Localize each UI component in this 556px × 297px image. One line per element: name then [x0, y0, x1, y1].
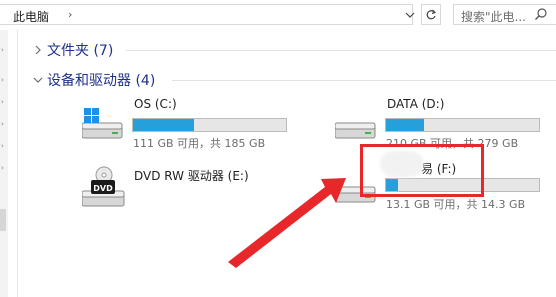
- breadcrumb-chevron-icon[interactable]: ›: [68, 8, 72, 21]
- drive-name: OS (C:): [134, 97, 177, 111]
- expand-arrow-icon[interactable]: ›: [1, 164, 4, 172]
- refresh-button[interactable]: [421, 4, 441, 25]
- file-explorer-window: 此电脑 › 搜索"此电... › › › › › › 文件夹 (7) 设备和驱动…: [0, 0, 556, 297]
- drive-free-space: 13.1 GB 可用，共 14.3 GB: [386, 198, 526, 211]
- drive-name: DVD RW 驱动器 (E:): [134, 169, 249, 183]
- drive-usage-bar: [132, 118, 287, 132]
- dvd-drive-icon: DVD: [82, 166, 125, 207]
- chevron-right-icon[interactable]: [31, 45, 45, 55]
- address-toolbar: 此电脑 › 搜索"此电...: [0, 0, 556, 30]
- address-path[interactable]: 此电脑: [13, 8, 49, 25]
- expand-arrow-icon[interactable]: ›: [1, 76, 4, 84]
- chevron-down-icon: [405, 12, 415, 18]
- address-history-dropdown[interactable]: [401, 4, 419, 25]
- expand-arrow-icon[interactable]: ›: [1, 46, 4, 54]
- search-placeholder: 搜索"此电...: [461, 10, 526, 24]
- group-divider: [172, 80, 556, 81]
- drive-name: DATA (D:): [387, 97, 445, 111]
- windows-drive-icon: [82, 108, 123, 139]
- navigation-pane[interactable]: › › › › › ›: [0, 30, 8, 297]
- chevron-down-icon[interactable]: [31, 76, 45, 84]
- search-icon[interactable]: [534, 7, 548, 21]
- drive-item-e[interactable]: DVD DVD RW 驱动器 (E:): [82, 166, 302, 226]
- expand-arrow-icon[interactable]: ›: [1, 98, 4, 106]
- group-header-devices[interactable]: 设备和驱动器 (4): [31, 70, 155, 90]
- drive-usage-fill: [133, 119, 195, 131]
- group-label-devices: 设备和驱动器 (4): [47, 73, 156, 89]
- expand-arrow-icon[interactable]: ›: [1, 142, 4, 150]
- address-bar[interactable]: 此电脑 ›: [0, 4, 413, 25]
- search-input[interactable]: 搜索"此电...: [453, 4, 556, 25]
- drive-free-space: 111 GB 可用，共 185 GB: [133, 137, 266, 150]
- drive-usage-bar: [385, 118, 540, 132]
- drive-item-c[interactable]: OS (C:) 111 GB 可用，共 185 GB: [82, 96, 302, 156]
- group-label-folders: 文件夹 (7): [47, 43, 114, 59]
- group-divider: [126, 50, 556, 51]
- refresh-icon: [426, 9, 437, 19]
- expand-arrow-icon[interactable]: ›: [1, 120, 4, 128]
- annotation-highlight-box: [360, 144, 484, 197]
- navigation-scrollbar[interactable]: [0, 209, 6, 231]
- drive-usage-fill: [386, 119, 425, 131]
- svg-text:DVD: DVD: [93, 184, 113, 193]
- pane-divider[interactable]: [17, 30, 18, 297]
- group-header-folders[interactable]: 文件夹 (7): [31, 40, 113, 60]
